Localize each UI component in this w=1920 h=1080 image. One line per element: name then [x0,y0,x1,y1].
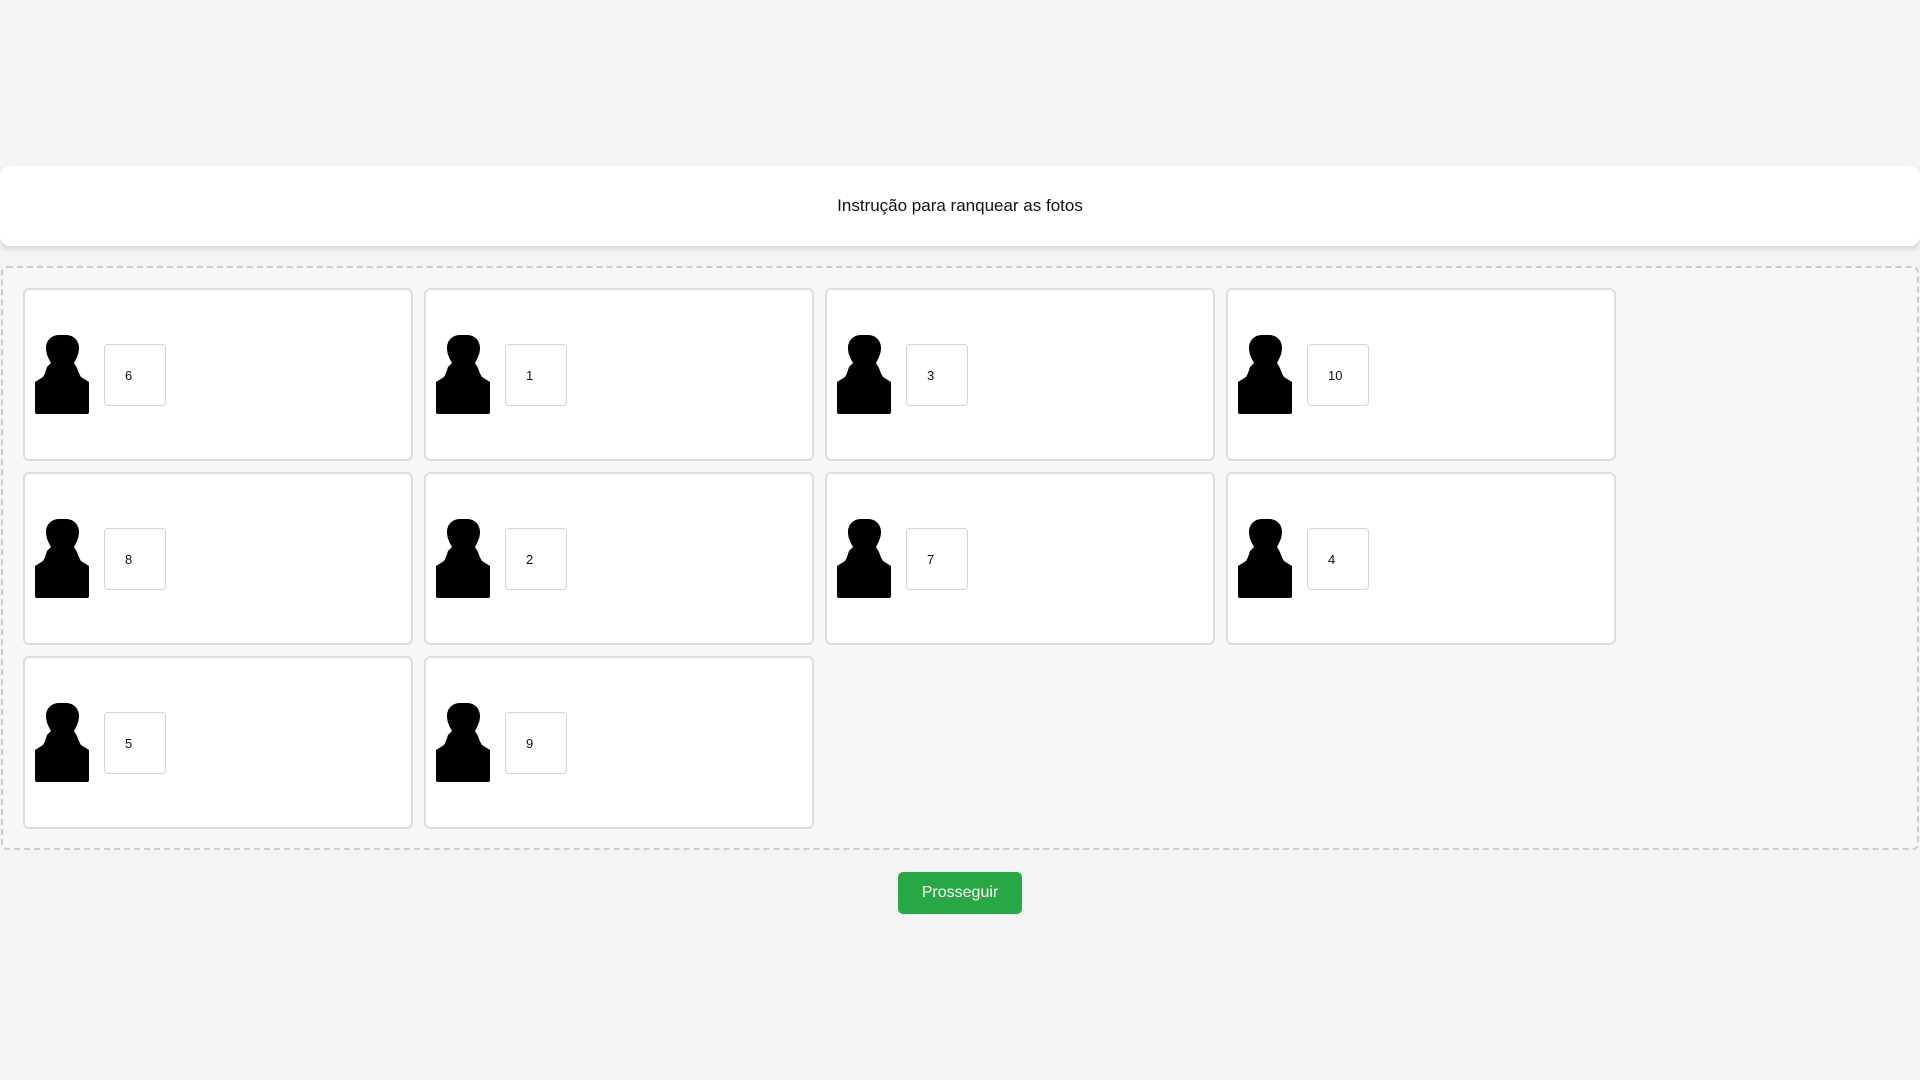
person-silhouette-icon [35,702,89,782]
person-silhouette-icon [35,334,89,414]
person-silhouette-icon [35,518,89,598]
rank-input[interactable] [104,528,166,590]
photo-card[interactable] [825,288,1215,461]
photo-card[interactable] [424,288,814,461]
continue-button[interactable]: Prosseguir [898,872,1022,914]
photo-card[interactable] [23,656,413,829]
photo-card[interactable] [424,656,814,829]
rank-input[interactable] [906,528,968,590]
person-silhouette-icon [837,334,891,414]
photo-card[interactable] [1226,288,1616,461]
photo-card[interactable] [23,472,413,645]
photo-card[interactable] [1226,472,1616,645]
rank-input[interactable] [505,712,567,774]
rank-input[interactable] [906,344,968,406]
instruction-text: Instrução para ranquear as fotos [837,196,1083,215]
photo-ranking-area [1,266,1919,850]
instruction-box: Instrução para ranquear as fotos [0,166,1920,246]
rank-input[interactable] [1307,528,1369,590]
rank-input[interactable] [505,528,567,590]
rank-input[interactable] [104,712,166,774]
rank-input[interactable] [505,344,567,406]
rank-input[interactable] [104,344,166,406]
person-silhouette-icon [436,334,490,414]
rank-input[interactable] [1307,344,1369,406]
person-silhouette-icon [436,702,490,782]
photo-card[interactable] [424,472,814,645]
photo-card[interactable] [23,288,413,461]
photo-card[interactable] [825,472,1215,645]
person-silhouette-icon [837,518,891,598]
person-silhouette-icon [436,518,490,598]
person-silhouette-icon [1238,334,1292,414]
person-silhouette-icon [1238,518,1292,598]
